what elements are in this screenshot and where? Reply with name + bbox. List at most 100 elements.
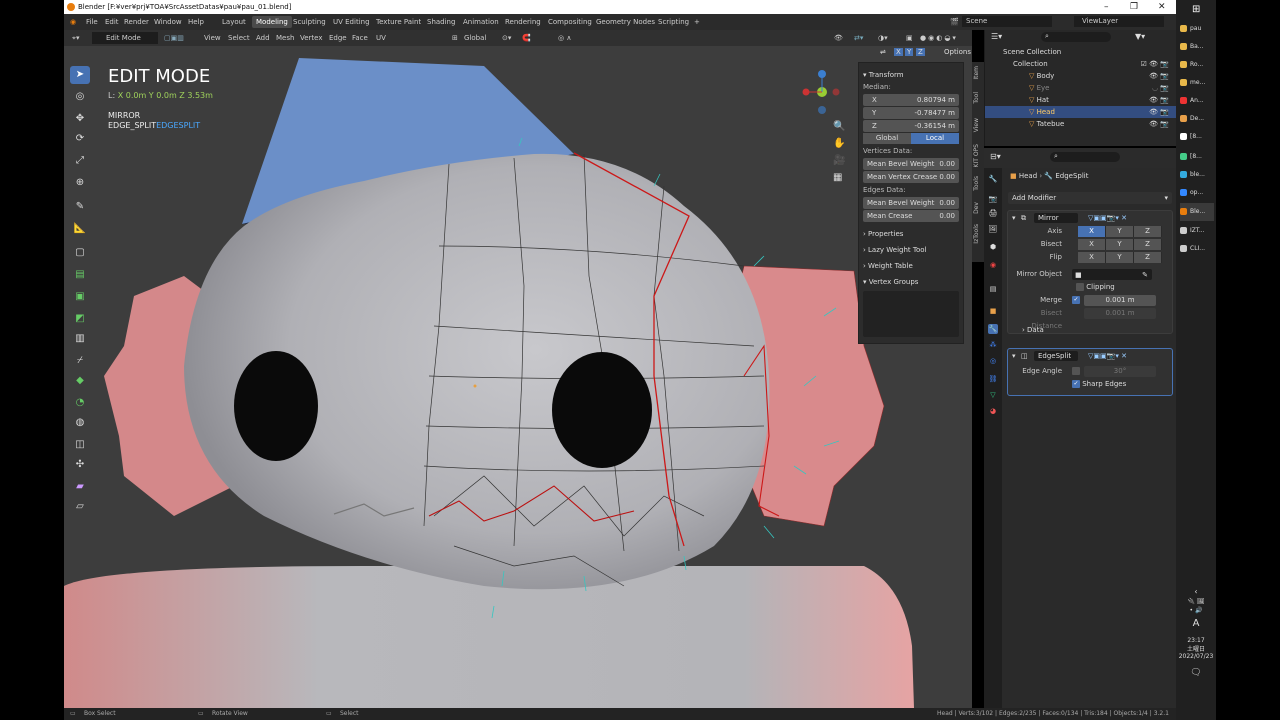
chevron-left-icon[interactable]: ‹	[1176, 587, 1216, 596]
transform-tool-icon[interactable]: ⊕	[70, 174, 90, 192]
tab-sculpting[interactable]: Sculpting	[293, 14, 326, 30]
shear-tool-icon[interactable]: ▰	[70, 478, 90, 496]
ime-indicator[interactable]: A	[1176, 618, 1216, 629]
bevel-tool-icon[interactable]: ◩	[70, 310, 90, 328]
measure-tool-icon[interactable]: 📐	[70, 220, 90, 238]
eye-visibility-icon[interactable]: ◡ 📷	[1152, 82, 1169, 94]
mean-crease-field[interactable]: Mean Crease 0.00	[863, 210, 959, 222]
global-button[interactable]: Global	[863, 133, 911, 144]
shading-mode-icons[interactable]: ●◉◐◒▾	[920, 30, 958, 46]
tool-properties-icon[interactable]: 🔧	[988, 174, 998, 184]
gizmo-toggle-icon[interactable]: ⇄▾	[854, 30, 863, 46]
tab-tool[interactable]: Tool	[973, 92, 983, 104]
move-tool-icon[interactable]: ✥	[70, 110, 90, 128]
mirror-x-toggle[interactable]: X	[894, 48, 903, 56]
poly-build-tool-icon[interactable]: ◆	[70, 372, 90, 390]
taskbar-item-1[interactable]: Ba...	[1180, 38, 1214, 56]
output-properties-icon[interactable]: 🖨	[988, 208, 998, 218]
bisect-z-toggle[interactable]: Z	[1134, 239, 1162, 250]
menu-select[interactable]: Select	[228, 30, 250, 46]
outliner-editor-icon[interactable]: ☰▾	[991, 32, 1002, 41]
tab-tools[interactable]: Tools	[973, 176, 983, 191]
inset-tool-icon[interactable]: ▣	[70, 288, 90, 306]
view-layer-icon[interactable]: 🖼	[988, 224, 998, 234]
edge-angle-checkbox[interactable]	[1072, 367, 1080, 375]
transform-section[interactable]: ▾ Transform	[863, 69, 959, 82]
render-properties-icon[interactable]: 📷	[988, 194, 998, 204]
clipping-checkbox[interactable]	[1076, 283, 1084, 291]
taskbar-item-2[interactable]: Ro...	[1180, 56, 1214, 74]
taskbar-item-7[interactable]: [8...	[1180, 148, 1214, 166]
rip-tool-icon[interactable]: ▱	[70, 498, 90, 516]
mirror-z-toggle[interactable]: Z	[916, 48, 925, 56]
tray-icons[interactable]: 🔌 🖼	[1176, 598, 1216, 605]
proportional-edit-icon[interactable]: ◎ ∧	[558, 30, 571, 46]
menu-uv[interactable]: UV	[376, 30, 386, 46]
axis-x-toggle[interactable]: X	[1078, 226, 1106, 237]
tatebue-visibility-icon[interactable]: 👁 📷	[1149, 118, 1169, 130]
view-layer-selector[interactable]: ViewLayer	[1074, 16, 1164, 27]
tab-animation[interactable]: Animation	[463, 14, 499, 30]
taskbar-item-4[interactable]: An...	[1180, 92, 1214, 110]
menu-add[interactable]: Add	[256, 30, 270, 46]
particles-icon[interactable]: ⁂	[988, 340, 998, 350]
flip-x-toggle[interactable]: X	[1078, 252, 1106, 263]
median-y-field[interactable]: Y -0.78477 m	[863, 107, 959, 119]
clock-time[interactable]: 23:17	[1176, 637, 1216, 644]
cursor-tool-icon[interactable]: ◎	[70, 88, 90, 106]
loop-cut-tool-icon[interactable]: ▥	[70, 330, 90, 348]
axis-y-toggle[interactable]: Y	[1106, 226, 1134, 237]
menu-edge[interactable]: Edge	[329, 30, 347, 46]
world-properties-icon[interactable]: ◉	[988, 260, 998, 270]
options-menu[interactable]: Options	[944, 48, 971, 56]
collection-row[interactable]: Collection ☑ 👁 📷	[985, 58, 1177, 70]
rotate-tool-icon[interactable]: ⟳	[70, 130, 90, 148]
menu-vertex[interactable]: Vertex	[300, 30, 323, 46]
collapse-chevron-icon[interactable]: ▾	[1012, 211, 1016, 225]
taskbar-item-0[interactable]: pau	[1180, 20, 1214, 38]
outliner-row-head[interactable]: ▽ Head 👁 📷	[985, 106, 1177, 118]
collection-properties-icon[interactable]: ▤	[988, 284, 998, 294]
outliner-search[interactable]: ⌕	[1041, 32, 1111, 42]
blender-menu-icon[interactable]: ◉	[70, 14, 76, 30]
constraints-icon[interactable]: ⛓	[988, 374, 998, 384]
modifier-toggle-icons[interactable]: ▽▣▣📷▾ ✕	[1088, 349, 1127, 363]
data-subpanel[interactable]: › Data	[1008, 324, 1172, 337]
shrink-tool-icon[interactable]: ✣	[70, 456, 90, 474]
tab-shading[interactable]: Shading	[427, 14, 455, 30]
properties-editor-icon[interactable]: ⊟▾	[990, 152, 1001, 161]
extrude-tool-icon[interactable]: ▤	[70, 266, 90, 284]
mean-bevel-weight-field[interactable]: Mean Bevel Weight 0.00	[863, 158, 959, 170]
add-workspace-button[interactable]: +	[694, 14, 700, 30]
outliner-row-body[interactable]: ▽ Body 👁 📷	[985, 70, 1177, 82]
overlay-toggle-icon[interactable]: ◑▾	[878, 30, 888, 46]
edgesplit-name-field[interactable]: EdgeSplit	[1034, 351, 1078, 361]
taskbar-item-3[interactable]: me...	[1180, 74, 1214, 92]
flip-y-toggle[interactable]: Y	[1106, 252, 1134, 263]
mirror-modifier-header[interactable]: ▾ ⧉ Mirror ▽▣▣📷▾ ✕	[1008, 211, 1172, 225]
collapse-chevron-icon[interactable]: ▾	[1012, 349, 1016, 363]
mirror-object-field[interactable]: ■ ✎	[1072, 269, 1152, 280]
edge-bevel-weight-field[interactable]: Mean Bevel Weight 0.00	[863, 197, 959, 209]
knife-tool-icon[interactable]: ⌿	[70, 352, 90, 370]
tab-texture-paint[interactable]: Texture Paint	[376, 14, 421, 30]
data-properties-icon[interactable]: ▽	[988, 390, 998, 400]
tab-layout[interactable]: Layout	[222, 14, 246, 30]
merge-distance-field[interactable]: 0.001 m	[1084, 295, 1156, 306]
scale-tool-icon[interactable]: ⤢	[70, 152, 90, 170]
outliner-row-eye[interactable]: ▽ Eye ◡ 📷	[985, 82, 1177, 94]
pivot-icon[interactable]: ⊙▾	[502, 30, 511, 46]
menu-render[interactable]: Render	[124, 14, 149, 30]
sharp-edges-row[interactable]: ✓ Sharp Edges	[1008, 378, 1172, 391]
head-visibility-icon[interactable]: 👁 📷	[1149, 106, 1169, 118]
mirror-y-toggle[interactable]: Y	[905, 48, 914, 56]
vertex-groups-section[interactable]: ▾ Vertex Groups	[863, 276, 959, 289]
add-modifier-button[interactable]: Add Modifier ▾	[1008, 192, 1172, 204]
outliner-row-hat[interactable]: ▽ Hat 👁 📷	[985, 94, 1177, 106]
taskbar-item-6[interactable]: [8...	[1180, 128, 1214, 146]
menu-view[interactable]: View	[204, 30, 221, 46]
tab-dev[interactable]: Dev	[973, 202, 983, 214]
outliner-row-tatebue[interactable]: ▽ Tatebue 👁 📷	[985, 118, 1177, 130]
properties-section[interactable]: › Properties	[863, 228, 959, 241]
menu-mesh[interactable]: Mesh	[276, 30, 294, 46]
